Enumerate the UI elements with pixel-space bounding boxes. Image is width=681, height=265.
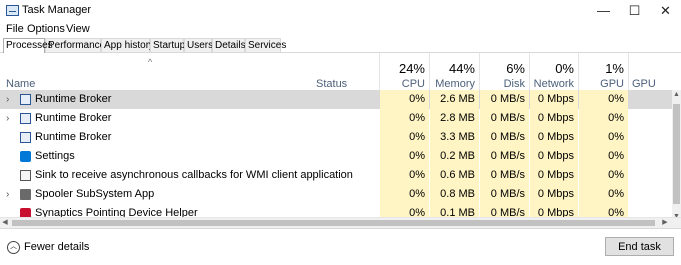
- network-value: 0 Mbps: [537, 112, 574, 124]
- tab-startup[interactable]: Startup: [150, 38, 185, 52]
- table-row[interactable]: Runtime Broker 0% 3.3 MB 0 MB/s 0 Mbps 0%: [0, 128, 672, 147]
- end-task-button[interactable]: End task: [605, 237, 674, 256]
- expand-chevron-icon[interactable]: ›: [6, 185, 9, 204]
- cpu-total: 24%: [398, 61, 425, 76]
- cpu-value: 0%: [409, 169, 425, 181]
- title-bar: Task Manager — ☐ ✕: [0, 0, 681, 22]
- disk-value: 0 MB/s: [490, 150, 525, 162]
- table-row[interactable]: Sink to receive asynchronous callbacks f…: [0, 166, 672, 185]
- disk-value: 0 MB/s: [490, 188, 525, 200]
- column-name[interactable]: Name: [6, 78, 35, 90]
- disk-value: 0 MB/s: [490, 131, 525, 143]
- process-name: Settings: [35, 150, 75, 162]
- fewer-details-link[interactable]: Fewer details: [24, 241, 89, 253]
- table-row[interactable]: › Spooler SubSystem App 0% 0.8 MB 0 MB/s 0 Mb…: [0, 185, 672, 204]
- process-name: Runtime Broker: [35, 131, 112, 143]
- minimize-button[interactable]: —: [588, 0, 619, 22]
- gpu-value: 0%: [608, 150, 624, 162]
- memory-value: 2.6 MB: [440, 93, 475, 105]
- column-network[interactable]: Network: [530, 78, 574, 90]
- runtime-broker-icon: [20, 113, 31, 124]
- tab-services[interactable]: Services: [245, 38, 286, 52]
- gpu-value: 0%: [608, 131, 624, 143]
- expand-chevron-icon[interactable]: ›: [6, 109, 9, 128]
- cpu-value: 0%: [409, 93, 425, 105]
- disk-value: 0 MB/s: [490, 112, 525, 124]
- cpu-value: 0%: [409, 150, 425, 162]
- vertical-scrollbar[interactable]: ▲ ▼: [672, 90, 681, 223]
- horizontal-scrollbar[interactable]: ◀ ▶: [0, 217, 681, 228]
- menu-options[interactable]: Options: [27, 23, 65, 35]
- menu-bar: File Options View: [0, 22, 681, 37]
- gpu-value: 0%: [608, 169, 624, 181]
- disk-total: 6%: [506, 61, 525, 76]
- process-name: Runtime Broker: [35, 112, 112, 124]
- tab-details[interactable]: Details: [212, 38, 246, 52]
- tab-users[interactable]: Users: [184, 38, 213, 52]
- expand-chevron-icon[interactable]: ›: [6, 90, 9, 109]
- tab-app-history[interactable]: App history: [101, 38, 154, 52]
- task-manager-icon: [6, 5, 19, 16]
- memory-value: 0.2 MB: [440, 150, 475, 162]
- column-disk[interactable]: Disk: [480, 78, 525, 90]
- horizontal-scroll-thumb[interactable]: [12, 220, 655, 226]
- tab-processes[interactable]: Processes: [3, 38, 53, 53]
- network-total: 0%: [555, 61, 574, 76]
- memory-total: 44%: [448, 61, 475, 76]
- runtime-broker-icon: [20, 94, 31, 105]
- column-status[interactable]: Status: [316, 78, 347, 90]
- network-value: 0 Mbps: [537, 188, 574, 200]
- gpu-value: 0%: [608, 93, 624, 105]
- process-name: Spooler SubSystem App: [35, 188, 155, 200]
- menu-view[interactable]: View: [66, 23, 90, 35]
- scroll-left-icon[interactable]: ◀: [0, 218, 10, 228]
- disk-value: 0 MB/s: [490, 169, 525, 181]
- cpu-value: 0%: [409, 112, 425, 124]
- tab-performance[interactable]: Performance: [45, 38, 105, 52]
- process-name: Runtime Broker: [35, 93, 112, 105]
- wmi-sink-icon: [20, 170, 31, 181]
- process-list: › Runtime Broker 0% 2.6 MB 0 MB/s 0 Mbps 0% › Ru…: [0, 90, 672, 223]
- scroll-right-icon[interactable]: ▶: [660, 218, 670, 228]
- gpu-total: 1%: [605, 61, 624, 76]
- memory-value: 3.3 MB: [440, 131, 475, 143]
- cpu-value: 0%: [409, 188, 425, 200]
- table-row[interactable]: › Runtime Broker 0% 2.6 MB 0 MB/s 0 Mbps 0%: [0, 90, 672, 109]
- memory-value: 2.8 MB: [440, 112, 475, 124]
- column-memory[interactable]: Memory: [430, 78, 475, 90]
- gpu-value: 0%: [608, 112, 624, 124]
- network-value: 0 Mbps: [537, 150, 574, 162]
- scroll-up-icon[interactable]: ▲: [672, 91, 681, 100]
- process-name: Sink to receive asynchronous callbacks f…: [35, 169, 353, 181]
- table-row[interactable]: Settings 0% 0.2 MB 0 MB/s 0 Mbps 0%: [0, 147, 672, 166]
- memory-value: 0.6 MB: [440, 169, 475, 181]
- network-value: 0 Mbps: [537, 93, 574, 105]
- disk-value: 0 MB/s: [490, 93, 525, 105]
- cpu-value: 0%: [409, 131, 425, 143]
- maximize-button[interactable]: ☐: [619, 0, 650, 22]
- sort-chevron-icon[interactable]: ^: [148, 57, 152, 67]
- chevron-up-icon[interactable]: ︿: [7, 241, 20, 254]
- close-button[interactable]: ✕: [650, 0, 681, 22]
- column-gpu[interactable]: GPU: [579, 78, 624, 90]
- settings-gear-icon: [20, 151, 31, 162]
- printer-icon: [20, 189, 31, 200]
- table-row[interactable]: › Runtime Broker 0% 2.8 MB 0 MB/s 0 Mbps 0%: [0, 109, 672, 128]
- memory-value: 0.8 MB: [440, 188, 475, 200]
- column-cpu[interactable]: CPU: [380, 78, 425, 90]
- menu-file[interactable]: File: [6, 23, 24, 35]
- gpu-value: 0%: [608, 188, 624, 200]
- vertical-scroll-thumb[interactable]: [673, 104, 680, 204]
- window-title: Task Manager: [22, 4, 92, 16]
- network-value: 0 Mbps: [537, 131, 574, 143]
- runtime-broker-icon: [20, 132, 31, 143]
- footer: ︿ Fewer details End task: [0, 228, 681, 265]
- network-value: 0 Mbps: [537, 169, 574, 181]
